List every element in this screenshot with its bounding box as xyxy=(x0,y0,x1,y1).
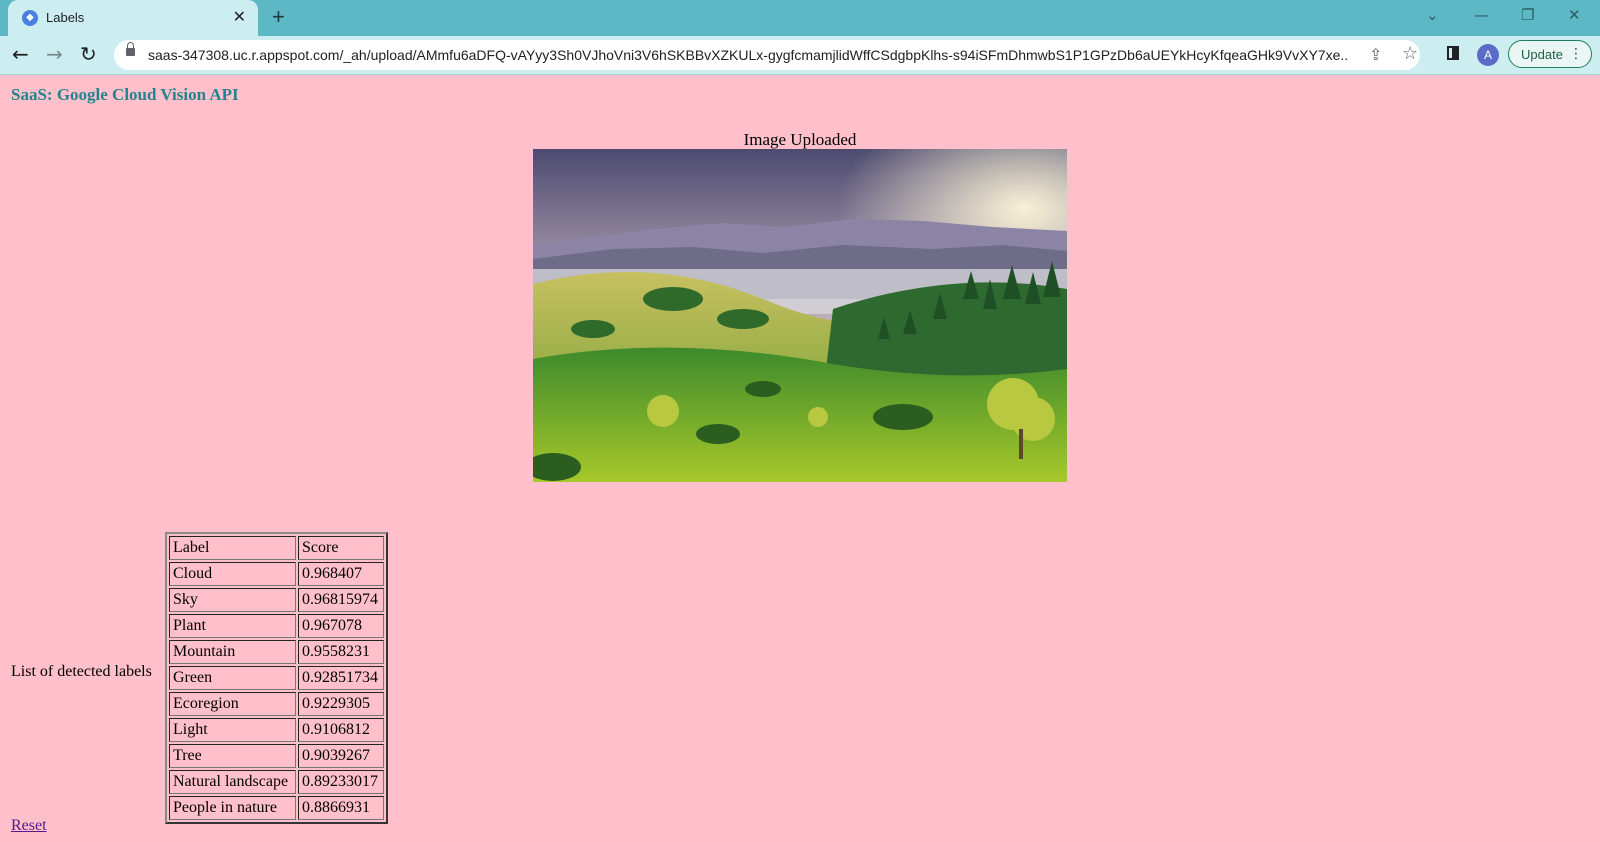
browser-tab[interactable]: ◆ Labels ✕ xyxy=(8,0,258,36)
table-row: Ecoregion 0.9229305 xyxy=(169,692,384,716)
score-cell: 0.9039267 xyxy=(298,744,384,768)
label-cell: Ecoregion xyxy=(169,692,296,716)
page-title: SaaS: Google Cloud Vision API xyxy=(11,85,239,104)
score-cell: 0.92851734 xyxy=(298,666,384,690)
kebab-menu-icon[interactable]: ⋮ xyxy=(1569,45,1583,62)
label-cell: Sky xyxy=(169,588,296,612)
table-row: Green 0.92851734 xyxy=(169,666,384,690)
close-tab-icon[interactable]: ✕ xyxy=(233,7,246,27)
back-icon[interactable]: ← xyxy=(12,42,29,66)
update-label: Update xyxy=(1521,47,1563,62)
restore-icon[interactable]: ❐ xyxy=(1521,6,1534,24)
header-cell-label: Label xyxy=(169,536,296,560)
score-cell: 0.89233017 xyxy=(298,770,384,794)
table-row: Tree 0.9039267 xyxy=(169,744,384,768)
side-panel-icon[interactable] xyxy=(1447,46,1459,60)
favicon-icon: ◆ xyxy=(22,10,38,26)
bookmark-star-icon[interactable]: ☆ xyxy=(1402,43,1418,64)
address-bar[interactable]: saas-347308.uc.r.appspot.com/_ah/upload/… xyxy=(114,40,1420,70)
table-header-row: Label Score xyxy=(169,536,384,560)
labels-table: Label Score Cloud 0.968407 Sky 0.9681597… xyxy=(165,532,388,824)
label-cell: Plant xyxy=(169,614,296,638)
share-icon[interactable]: ⇪ xyxy=(1369,45,1382,64)
image-caption: Image Uploaded xyxy=(743,130,857,149)
score-cell: 0.96815974 xyxy=(298,588,384,612)
score-cell: 0.967078 xyxy=(298,614,384,638)
score-cell: 0.9106812 xyxy=(298,718,384,742)
table-row: Natural landscape 0.89233017 xyxy=(169,770,384,794)
score-cell: 0.8866931 xyxy=(298,796,384,820)
tab-strip: ◆ Labels ✕ + ⌄ — ❐ ✕ xyxy=(0,0,1600,36)
profile-avatar[interactable]: A xyxy=(1477,44,1499,66)
label-cell: People in nature xyxy=(169,796,296,820)
label-cell: Light xyxy=(169,718,296,742)
window-close-icon[interactable]: ✕ xyxy=(1568,6,1581,24)
label-cell: Natural landscape xyxy=(169,770,296,794)
header-cell-score: Score xyxy=(298,536,384,560)
table-row: Light 0.9106812 xyxy=(169,718,384,742)
reset-link[interactable]: Reset xyxy=(11,817,47,835)
table-row: Sky 0.96815974 xyxy=(169,588,384,612)
score-cell: 0.9558231 xyxy=(298,640,384,664)
table-row: Plant 0.967078 xyxy=(169,614,384,638)
labels-caption: List of detected labels xyxy=(11,663,152,680)
forward-icon[interactable]: → xyxy=(46,42,63,66)
table-row: People in nature 0.8866931 xyxy=(169,796,384,820)
minimize-icon[interactable]: — xyxy=(1474,6,1489,24)
url-text[interactable]: saas-347308.uc.r.appspot.com/_ah/upload/… xyxy=(148,47,1348,63)
lock-icon[interactable] xyxy=(126,42,135,56)
label-cell: Mountain xyxy=(169,640,296,664)
table-row: Cloud 0.968407 xyxy=(169,562,384,586)
tab-search-chevron-icon[interactable]: ⌄ xyxy=(1426,6,1439,24)
new-tab-plus-icon[interactable]: + xyxy=(272,4,285,30)
reload-icon[interactable]: ↻ xyxy=(80,42,97,66)
tab-title: Labels xyxy=(46,10,85,25)
score-cell: 0.968407 xyxy=(298,562,384,586)
label-cell: Tree xyxy=(169,744,296,768)
label-cell: Cloud xyxy=(169,562,296,586)
table-row: Mountain 0.9558231 xyxy=(169,640,384,664)
uploaded-landscape-image xyxy=(533,149,1067,482)
label-cell: Green xyxy=(169,666,296,690)
browser-toolbar: ← → ↻ saas-347308.uc.r.appspot.com/_ah/u… xyxy=(0,36,1600,75)
update-button[interactable]: Update ⋮ xyxy=(1508,40,1592,68)
score-cell: 0.9229305 xyxy=(298,692,384,716)
